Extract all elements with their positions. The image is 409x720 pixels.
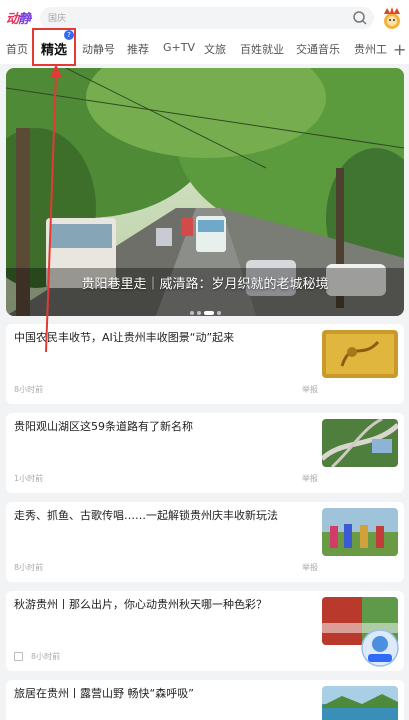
tab-home[interactable]: 首页 bbox=[6, 41, 28, 57]
video-icon bbox=[14, 652, 23, 661]
news-title: 贵阳观山湖区这59条道路有了新名称 bbox=[14, 420, 193, 433]
news-thumbnail bbox=[322, 419, 398, 467]
report-button[interactable]: 举报 bbox=[302, 473, 318, 484]
search-icon[interactable] bbox=[352, 10, 368, 26]
news-title: 旅居在贵州丨露营山野 畅快“森呼吸” bbox=[14, 687, 194, 700]
news-title: 秋游贵州丨那么出片，你心动贵州秋天哪一种色彩？ bbox=[14, 598, 267, 611]
news-time: 8小时前 bbox=[14, 563, 44, 572]
tab-recommend[interactable]: 推荐 bbox=[127, 41, 149, 57]
news-time: 8小时前 bbox=[14, 385, 44, 394]
news-thumbnail bbox=[322, 508, 398, 556]
news-thumbnail bbox=[322, 686, 398, 720]
news-card[interactable]: 贵阳观山湖区这59条道路有了新名称 1小时前 举报 bbox=[6, 413, 404, 493]
report-button[interactable]: 举报 bbox=[302, 384, 318, 395]
carousel-dot-active[interactable] bbox=[203, 311, 214, 315]
annotation-arrow bbox=[45, 64, 62, 353]
news-time: 1小时前 bbox=[14, 474, 44, 483]
tab-traffic-music[interactable]: 交通音乐 bbox=[296, 41, 340, 57]
carousel-dot[interactable] bbox=[196, 311, 201, 315]
carousel-dot[interactable] bbox=[189, 311, 194, 315]
news-time: 8小时前 bbox=[14, 651, 60, 662]
report-button[interactable]: 举报 bbox=[302, 562, 318, 573]
search-placeholder: 国庆 bbox=[48, 14, 67, 24]
tab-culture-tourism[interactable]: 文旅 bbox=[204, 41, 226, 57]
tab-gtv[interactable]: G+TV bbox=[163, 41, 195, 54]
add-tab-icon[interactable]: + bbox=[393, 40, 406, 59]
mascot-avatar-icon[interactable] bbox=[380, 6, 404, 32]
news-card[interactable]: 旅居在贵州丨露营山野 畅快“森呼吸” bbox=[6, 680, 404, 720]
tab-guizhou-worker[interactable]: 贵州工 bbox=[354, 41, 387, 57]
floating-activity-icon[interactable] bbox=[360, 628, 400, 668]
news-card[interactable]: 走秀、抓鱼、古歌传唱……一起解锁贵州庆丰收新玩法 8小时前 举报 bbox=[6, 502, 404, 582]
news-card[interactable]: 秋游贵州丨那么出片，你心动贵州秋天哪一种色彩？ 8小时前 bbox=[6, 591, 404, 671]
news-title: 走秀、抓鱼、古歌传唱……一起解锁贵州庆丰收新玩法 bbox=[14, 509, 278, 522]
carousel-dot[interactable] bbox=[216, 311, 221, 315]
search-bar[interactable]: 国庆 bbox=[40, 7, 374, 29]
tab-dongjinghao[interactable]: 动静号 bbox=[82, 41, 115, 57]
app-logo[interactable]: 动静 bbox=[6, 8, 36, 27]
tab-employment[interactable]: 百姓就业 bbox=[240, 41, 284, 57]
notification-badge-icon: ? bbox=[64, 30, 74, 40]
news-thumbnail bbox=[322, 330, 398, 378]
